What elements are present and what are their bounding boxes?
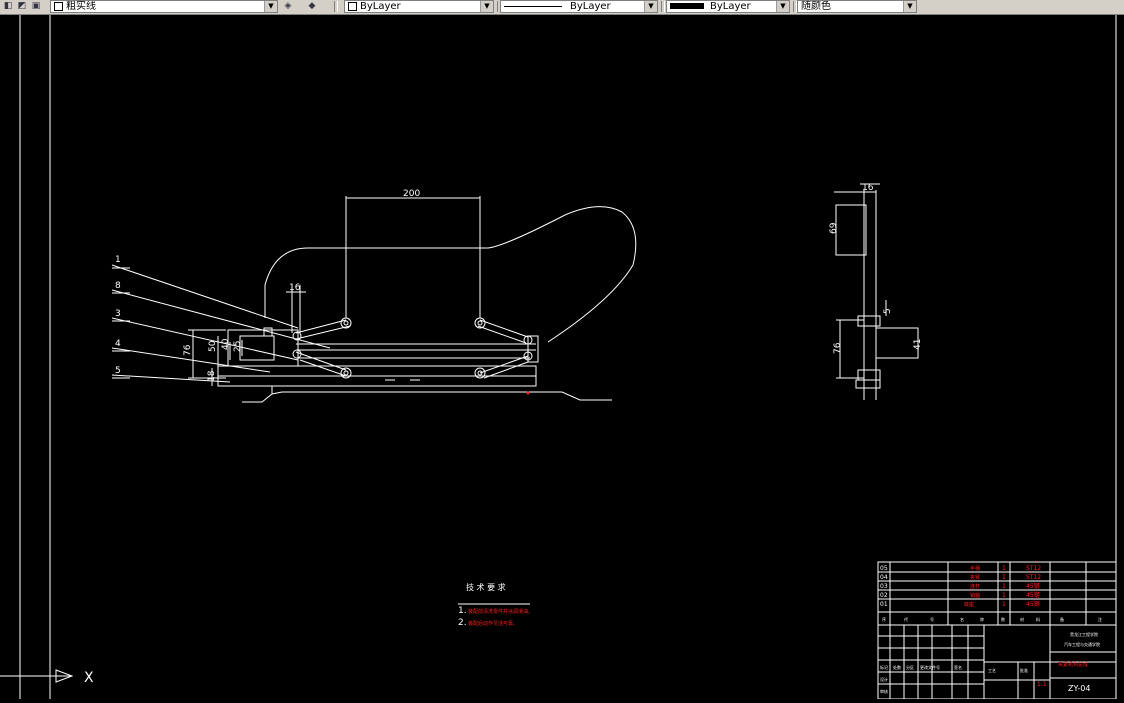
main-view [111, 196, 637, 403]
make-current-icon[interactable]: ◈ [282, 1, 294, 12]
header-0: 序 [882, 616, 886, 622]
linetype-control-dropdown[interactable]: ByLayer ▼ [500, 0, 658, 13]
linetype-dropdown[interactable]: 粗实线 ▼ [50, 0, 278, 13]
tb-label-1: 处数 [893, 664, 901, 670]
part-04-no: 04 [880, 574, 888, 581]
part-04-mat: ST12 [1026, 574, 1041, 581]
header-8: 备 [1060, 616, 1064, 622]
chevron-down-icon[interactable]: ▼ [776, 1, 789, 12]
tb-label-4: 签名 [954, 664, 962, 670]
part-03-name: 连杆 [970, 583, 980, 590]
part-05-no: 05 [880, 565, 888, 572]
tb-label-5: 设计 [880, 676, 888, 682]
dim-small: 25 [233, 341, 243, 352]
side-dim-pin: 5 [883, 308, 893, 314]
balloon-5: 5 [115, 366, 121, 376]
dim-inner-height: 50 [208, 340, 218, 352]
side-dim-upper-height: 69 [829, 222, 839, 234]
part-04-name: 夹臂 [970, 574, 980, 581]
tech-req-num-2: 2. [458, 618, 467, 628]
dim-bore: 40 [221, 338, 231, 350]
balloon-4: 4 [115, 339, 121, 349]
header-7: 料 [1036, 616, 1040, 622]
dim-top-span: 200 [403, 189, 420, 199]
dim-overall-height: 76 [183, 344, 193, 356]
balloon-1: 1 [115, 255, 121, 265]
part-02-mat: 45钢 [1026, 591, 1040, 599]
school-line-2: 汽车工程与交通学院 [1064, 641, 1100, 647]
tech-req-text-1: 装配前清洗零件并涂润滑油。 [468, 608, 533, 615]
tech-req-text-2: 装配后动作灵活可靠。 [468, 620, 518, 627]
properties-toolbar: ◧ ◩ ▣ 粗实线 ▼ ◈ ◆ ByLayer ▼ ByLayer ▼ ByLa… [0, 0, 1124, 15]
tech-req-num-1: 1. [458, 606, 467, 616]
side-view [834, 183, 919, 400]
dim-pin-height: 16 [289, 283, 301, 293]
dim-left-offset: 18 [207, 370, 217, 382]
header-2: 号 [930, 616, 934, 622]
part-02-no: 02 [880, 592, 888, 599]
chevron-down-icon[interactable]: ▼ [903, 1, 916, 12]
color-swatch [54, 1, 63, 11]
scale-value: 1:1 [1037, 681, 1047, 688]
chevron-down-icon[interactable]: ▼ [644, 1, 657, 12]
layer-icon[interactable]: ◧ [2, 1, 14, 12]
layer-state-icon[interactable]: ◩ [16, 1, 28, 12]
part-03-mat: 45钢 [1026, 582, 1040, 590]
lock-icon[interactable]: ▣ [30, 1, 42, 12]
part-01-mat: 45钢 [1026, 600, 1040, 608]
color-swatch [348, 1, 357, 11]
header-5: 数 [1001, 616, 1005, 622]
part-03-no: 03 [880, 583, 888, 590]
header-4: 称 [980, 616, 984, 622]
tb-label-7: 工艺 [988, 668, 996, 673]
side-dim-clamp-height: 41 [913, 339, 923, 350]
part-01-qty: 1 [1002, 601, 1006, 608]
balloon-3: 3 [115, 309, 121, 319]
part-05-name: 手柄 [970, 565, 980, 572]
tb-label-2: 分区 [906, 664, 914, 670]
ucs-icon [0, 669, 74, 683]
part-04-qty: 1 [1002, 574, 1006, 581]
tech-req-title: 技 术 要 求 [466, 582, 506, 592]
part-02-qty: 1 [1002, 592, 1006, 599]
color-control-dropdown[interactable]: ByLayer ▼ [344, 0, 494, 13]
drawing-canvas[interactable]: 200 16 76 50 40 25 18 1 8 3 4 5 16 69 5 … [0, 15, 1124, 700]
school-line-1: 黑龙江工程学院 [1070, 631, 1098, 637]
part-02-name: 销轴 [970, 592, 980, 599]
red-snap-marker [526, 391, 530, 395]
chevron-down-icon[interactable]: ▼ [264, 1, 277, 12]
line-sample [504, 5, 562, 7]
part-01-name: 底座 [964, 601, 974, 608]
header-3: 名 [960, 616, 964, 622]
tb-label-0: 标记 [880, 664, 888, 670]
tb-label-3: 更改文件号 [920, 664, 940, 670]
part-05-qty: 1 [1002, 565, 1006, 572]
tb-label-6: 审核 [880, 688, 888, 694]
parts-list [877, 561, 1117, 626]
header-9: 注 [1098, 616, 1102, 622]
lineweight-sample [670, 3, 704, 9]
header-6: 材 [1020, 616, 1024, 622]
header-1: 代 [904, 616, 908, 622]
part-01-no: 01 [880, 601, 888, 608]
layer-previous-icon[interactable]: ◆ [306, 1, 318, 12]
drawing-title: 夹紧机构总成 [1058, 661, 1088, 668]
chevron-down-icon[interactable]: ▼ [480, 1, 493, 12]
plot-style-dropdown[interactable]: 随颜色 ▼ [797, 0, 917, 13]
side-dim-top-width: 16 [862, 183, 874, 193]
tb-label-8: 批准 [1020, 667, 1028, 673]
balloon-8: 8 [115, 281, 121, 291]
lineweight-control-dropdown[interactable]: ByLayer ▼ [666, 0, 790, 13]
drawing-number: ZY-04 [1068, 684, 1090, 693]
ucs-x-label: X [84, 670, 94, 686]
part-03-qty: 1 [1002, 583, 1006, 590]
part-05-mat: ST12 [1026, 565, 1041, 572]
side-dim-overall-height: 76 [833, 342, 843, 354]
